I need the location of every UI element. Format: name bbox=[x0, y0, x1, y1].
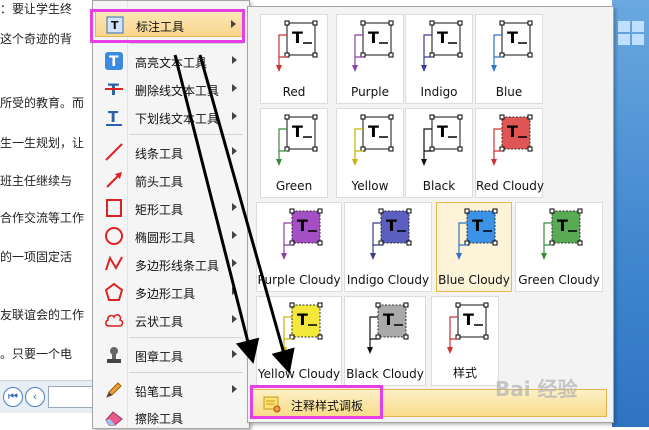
watermark: Bai 经验 bbox=[495, 377, 578, 401]
instruction-arrows bbox=[173, 54, 295, 374]
